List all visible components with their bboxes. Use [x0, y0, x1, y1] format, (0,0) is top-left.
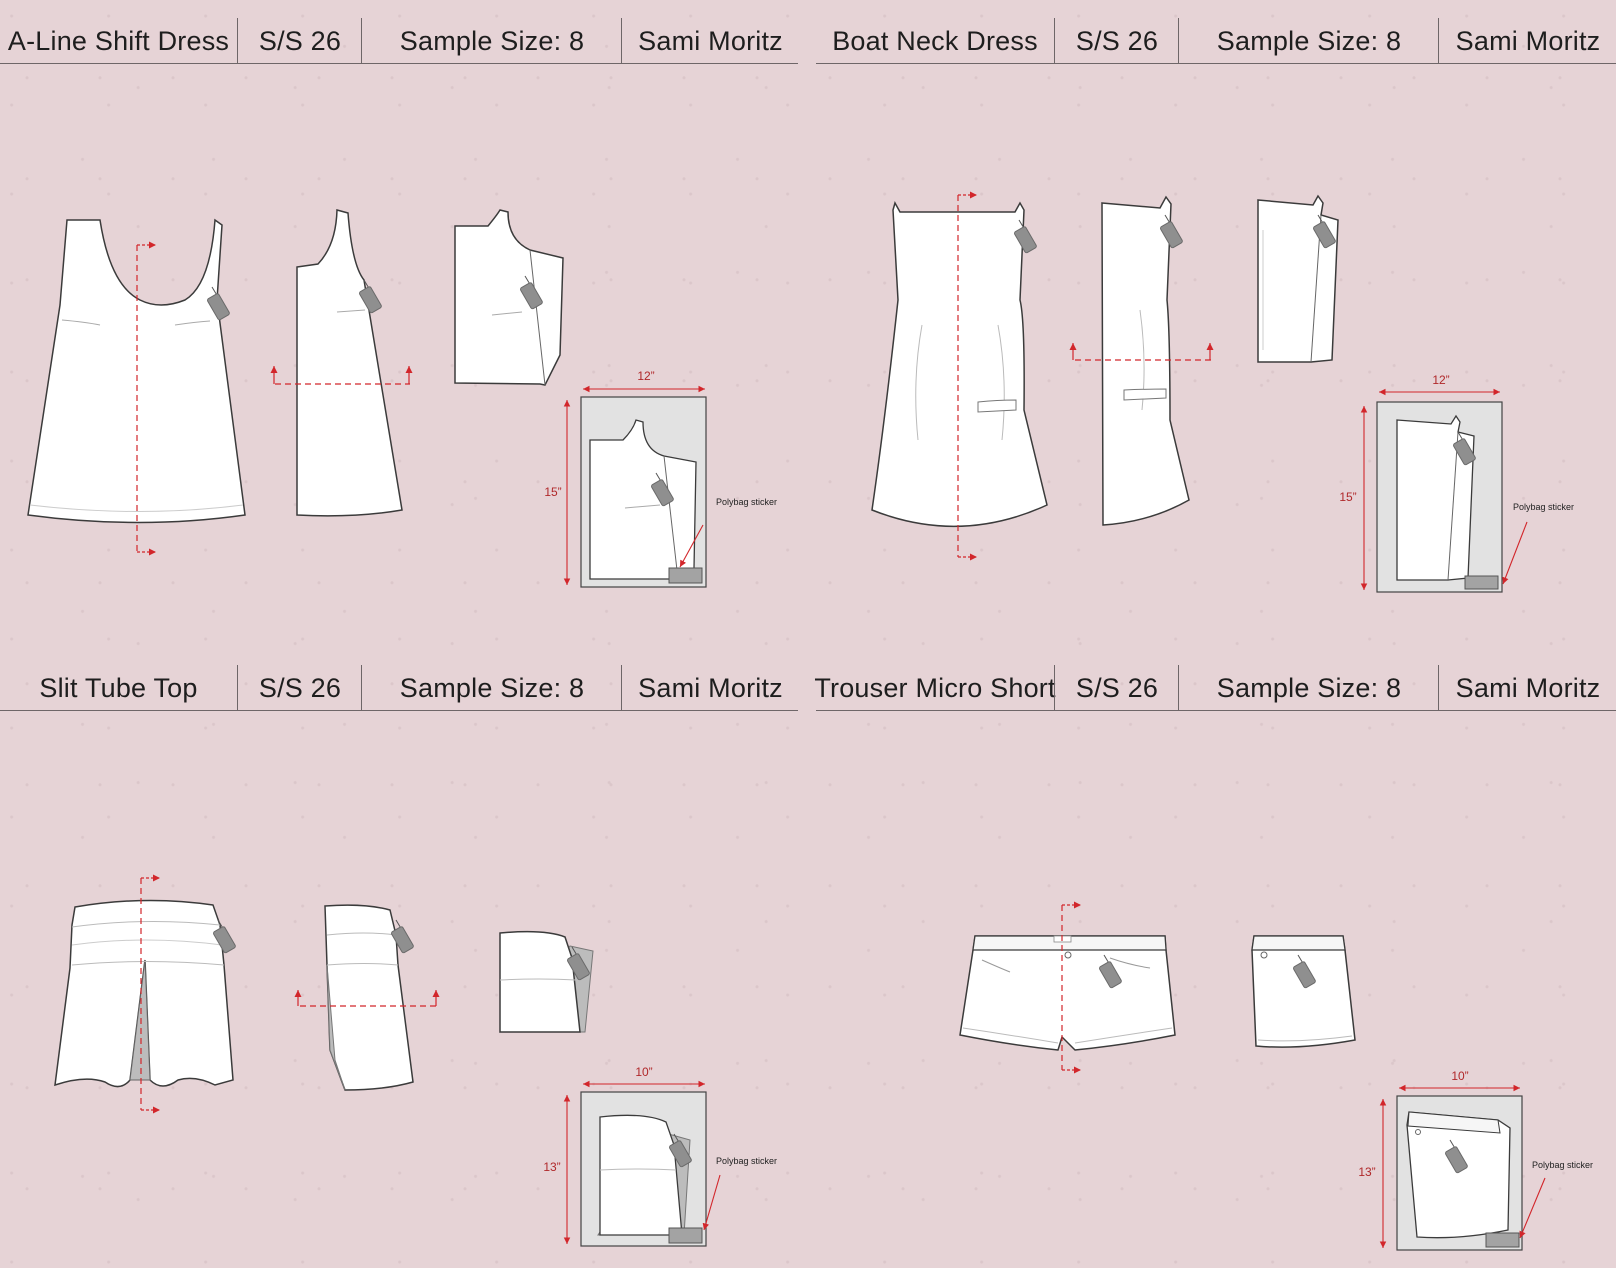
boat-neck-fold-2	[1257, 194, 1339, 363]
polybag-sticker	[668, 567, 703, 584]
aline-dress-packed: Polybag sticker 12” 15”	[544, 369, 777, 588]
sticker-label: Polybag sticker	[1513, 502, 1574, 512]
aline-dress-fold-2	[454, 209, 564, 386]
height-label: 13”	[1358, 1165, 1375, 1179]
slit-tube-fold-2	[498, 930, 594, 1033]
slit-tube-front	[54, 874, 237, 1114]
boat-neck-packed: Polybag sticker 12” 15”	[1339, 373, 1574, 593]
slit-tube-fold-1	[294, 904, 440, 1091]
folding-diagrams: Polybag sticker 12” 15” Polybag sticker …	[27, 191, 1593, 1251]
width-label: 10”	[1451, 1069, 1468, 1083]
height-label: 15”	[1339, 490, 1356, 504]
width-label: 12”	[1432, 373, 1449, 387]
aline-dress-fold-1	[270, 209, 413, 517]
boat-neck-fold-1	[1069, 195, 1214, 526]
height-label: 13”	[543, 1160, 560, 1174]
aline-dress-front	[27, 218, 246, 556]
polybag-sticker	[1464, 575, 1499, 590]
height-label: 15”	[544, 485, 561, 499]
micro-short-fold	[1251, 935, 1356, 1048]
sticker-label: Polybag sticker	[716, 497, 777, 507]
micro-short-packed: Polybag sticker 10” 13”	[1358, 1069, 1593, 1251]
sticker-label: Polybag sticker	[1532, 1160, 1593, 1170]
width-label: 12”	[637, 369, 654, 383]
boat-neck-front	[871, 191, 1048, 561]
polybag-sticker	[1485, 1232, 1520, 1248]
micro-short-front	[959, 901, 1176, 1074]
polybag-sticker	[668, 1227, 703, 1244]
sticker-label: Polybag sticker	[716, 1156, 777, 1166]
slit-tube-packed: Polybag sticker 10” 13”	[543, 1065, 777, 1247]
width-label: 10”	[635, 1065, 652, 1079]
